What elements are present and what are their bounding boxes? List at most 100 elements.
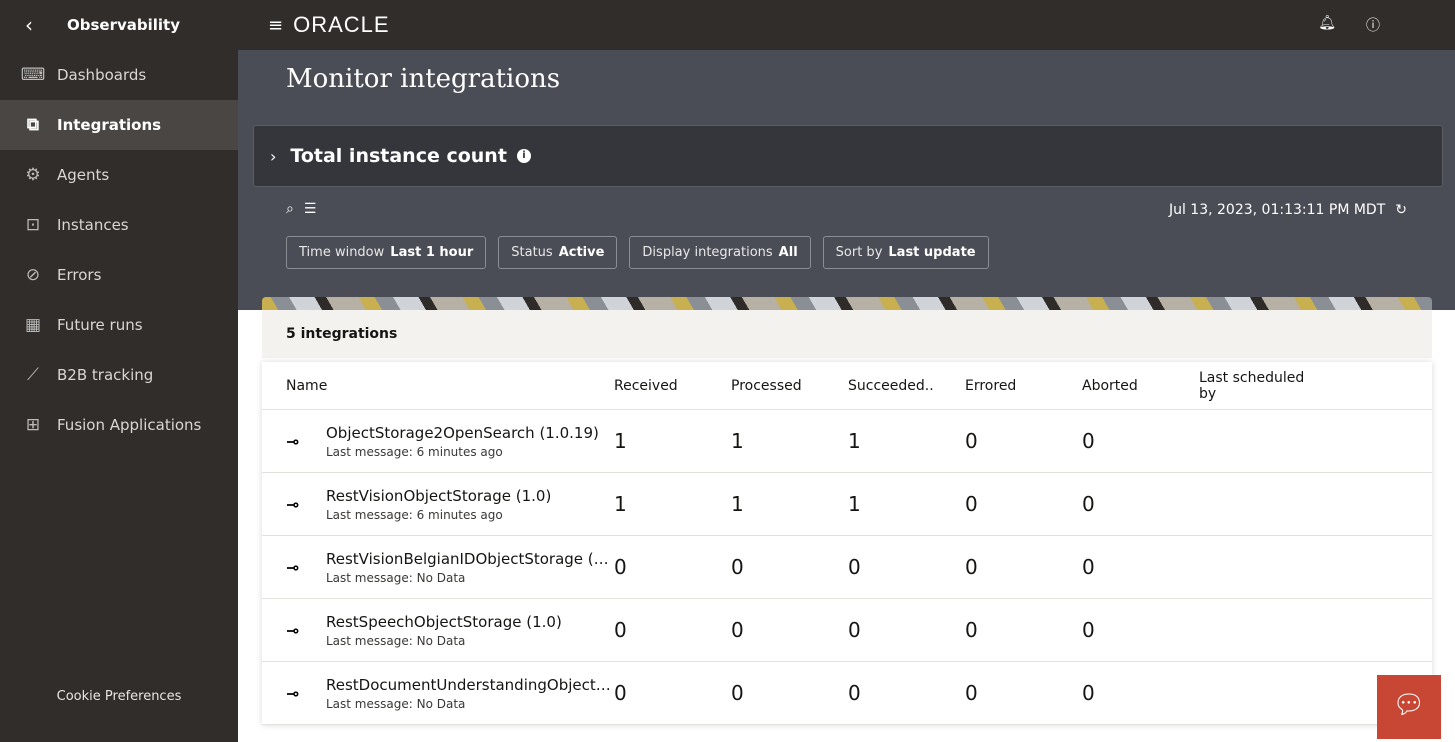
- cell-value: 1: [848, 492, 861, 516]
- sidebar-item-dashboards[interactable]: ⌨ Dashboards: [0, 50, 238, 100]
- decorative-banner: [262, 297, 1432, 310]
- cell-value: 0: [1082, 681, 1095, 705]
- bell-icon[interactable]: 🔔︎: [1318, 15, 1336, 35]
- back-chevron-icon[interactable]: ‹: [0, 13, 58, 37]
- sidebar-item-errors[interactable]: ⊘ Errors: [0, 250, 238, 300]
- filter-value: Last update: [888, 245, 976, 260]
- sidebar-item-instances[interactable]: ⊡ Instances: [0, 200, 238, 250]
- table-row[interactable]: ⊸ RestVisionBelgianIDObjectStorage (… Last…: [262, 536, 1432, 599]
- table-row[interactable]: ⊸ RestSpeechObjectStorage (1.0) Last messa…: [262, 599, 1432, 662]
- cell-value: 0: [965, 681, 978, 705]
- filter-value: Last 1 hour: [390, 245, 474, 260]
- total-instance-count-panel[interactable]: › Total instance count i: [253, 125, 1443, 187]
- table-row[interactable]: ⊸ RestVisionObjectStorage (1.0) Last messa…: [262, 473, 1432, 536]
- sidebar-item-label: Instances: [57, 216, 129, 234]
- cell-value: 1: [731, 492, 744, 516]
- table-row[interactable]: ⊸ ObjectStorage2OpenSearch (1.0.19) Last m…: [262, 410, 1432, 473]
- filter-label: Display integrations: [642, 245, 773, 260]
- sidebar-item-future-runs[interactable]: ▦ Future runs: [0, 300, 238, 350]
- cell-value: 0: [1082, 429, 1095, 453]
- monitor-icon: ⌨: [20, 65, 46, 85]
- column-header[interactable]: Received: [614, 378, 731, 394]
- chat-icon: 💬︎: [1392, 690, 1426, 720]
- sidebar-item-agents[interactable]: ⚙ Agents: [0, 150, 238, 200]
- sidebar-item-label: Fusion Applications: [57, 416, 202, 434]
- column-header[interactable]: Aborted: [1082, 378, 1199, 394]
- cell-value: 0: [731, 618, 744, 642]
- cell-value: 1: [614, 492, 627, 516]
- refresh-icon[interactable]: ↻: [1395, 202, 1407, 218]
- cell-value: 0: [1082, 555, 1095, 579]
- sidebar-item-fusion-applications[interactable]: ⊞ Fusion Applications: [0, 400, 238, 450]
- cell-value: 0: [614, 618, 627, 642]
- hamburger-menu-icon[interactable]: ≡: [268, 15, 283, 36]
- integration-name[interactable]: RestVisionBelgianIDObjectStorage (…: [326, 550, 609, 568]
- cell-value: 0: [614, 555, 627, 579]
- integration-name[interactable]: RestSpeechObjectStorage (1.0): [326, 613, 562, 631]
- panel-title: Total instance count: [290, 145, 507, 167]
- chat-button[interactable]: 💬︎: [1377, 675, 1441, 739]
- info-icon[interactable]: i: [516, 149, 531, 163]
- cell-value: 0: [965, 429, 978, 453]
- last-message: Last message: No Data: [326, 570, 466, 585]
- cell-value: 1: [614, 429, 627, 453]
- integration-icon: ⊸: [286, 557, 300, 577]
- integration-icon: ⊸: [286, 431, 300, 451]
- cell-value: 0: [848, 681, 861, 705]
- filter-chip-display-integrations[interactable]: Display integrations All: [629, 236, 811, 269]
- integration-icon: ⊸: [286, 683, 300, 703]
- integration-icon: ⊸: [286, 494, 300, 514]
- integration-name[interactable]: RestVisionObjectStorage (1.0): [326, 487, 551, 505]
- cell-value: 0: [848, 555, 861, 579]
- table-header: Name Received Processed Succeeded.. Errored A…: [262, 362, 1432, 410]
- page-title: Monitor integrations: [286, 64, 561, 94]
- help-icon[interactable]: ⓘ: [1366, 15, 1380, 35]
- gear-icon: ⚙: [25, 165, 41, 185]
- cell-value: 0: [848, 618, 861, 642]
- cell-value: 0: [1082, 618, 1095, 642]
- cell-value: 0: [1082, 492, 1095, 516]
- filter-chip-sort-by[interactable]: Sort by Last update: [822, 236, 989, 269]
- search-icon[interactable]: ⌕: [286, 201, 294, 217]
- main-header: Monitor integrations › Total instance co…: [238, 50, 1455, 310]
- integration-name[interactable]: RestDocumentUnderstandingObject…: [326, 676, 611, 694]
- column-header[interactable]: Name: [262, 378, 614, 394]
- cell-value: 0: [965, 555, 978, 579]
- column-header[interactable]: Succeeded..: [848, 378, 965, 394]
- chevron-right-icon[interactable]: ›: [270, 147, 276, 166]
- integration-name[interactable]: ObjectStorage2OpenSearch (1.0.19): [326, 424, 599, 442]
- filter-chip-status[interactable]: Status Active: [498, 236, 618, 269]
- sidebar-item-label: Dashboards: [57, 66, 147, 84]
- sidebar-item-b2b-tracking[interactable]: ⟋ B2B tracking: [0, 350, 238, 400]
- column-header[interactable]: Processed: [731, 378, 848, 394]
- chart-icon: ⟋: [27, 365, 39, 385]
- sidebar-item-integrations[interactable]: ⧉ Integrations: [0, 100, 238, 150]
- sidebar-item-label: B2B tracking: [57, 366, 154, 384]
- sidebar: ‹ Observability ⌨ Dashboards ⧉ Integrations…: [0, 0, 238, 742]
- cell-value: 0: [731, 681, 744, 705]
- last-message: Last message: 6 minutes ago: [326, 444, 503, 459]
- filter-chip-time-window[interactable]: Time window Last 1 hour: [286, 236, 487, 269]
- column-header[interactable]: Errored: [965, 378, 1082, 394]
- sidebar-item-label: Future runs: [57, 316, 143, 334]
- filter-value: Active: [558, 245, 605, 260]
- filter-label: Status: [511, 245, 553, 260]
- sidebar-item-label: Agents: [57, 166, 110, 184]
- calendar-icon: ▦: [24, 315, 42, 335]
- integration-icon: ⊸: [286, 620, 300, 640]
- cell-value: 0: [965, 492, 978, 516]
- integrations-table: Name Received Processed Succeeded.. Errored A…: [262, 362, 1432, 725]
- filter-icon[interactable]: ☰: [304, 201, 317, 217]
- cell-value: 0: [965, 618, 978, 642]
- apps-icon: ⊞: [25, 415, 41, 435]
- column-header[interactable]: Last scheduled by: [1199, 370, 1316, 402]
- last-message: Last message: No Data: [326, 633, 466, 648]
- timestamp: Jul 13, 2023, 01:13:11 PM MDT: [1168, 202, 1386, 218]
- table-row[interactable]: ⊸ RestDocumentUnderstandingObject… Last me…: [262, 662, 1432, 725]
- top-bar: ≡ ORACLE 🔔︎ ⓘ: [238, 0, 1455, 50]
- cell-value: 1: [848, 429, 861, 453]
- last-message: Last message: No Data: [326, 696, 466, 711]
- cell-value: 1: [731, 429, 744, 453]
- filter-value: All: [778, 245, 798, 260]
- cookie-preferences-link[interactable]: Cookie Preferences: [0, 689, 238, 704]
